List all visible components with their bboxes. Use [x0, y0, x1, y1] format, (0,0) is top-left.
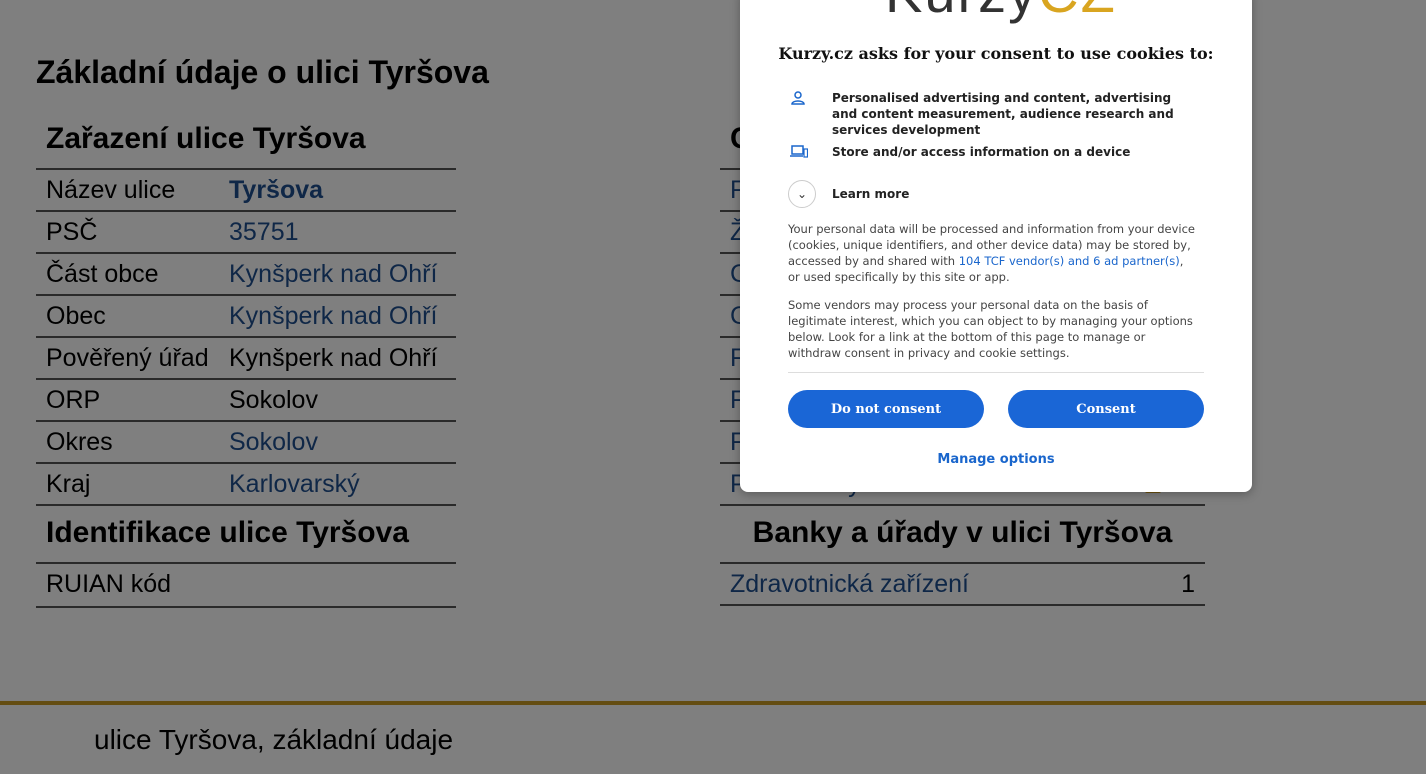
- consent-paragraph-1: Your personal data will be processed and…: [788, 222, 1196, 284]
- purpose-storage: Store and/or access information on a dev…: [790, 144, 1192, 166]
- divider: [788, 372, 1204, 373]
- consent-dialog: KurzyCZ Kurzy.cz asks for your consent t…: [740, 0, 1252, 492]
- consent-button[interactable]: Consent: [1008, 390, 1204, 428]
- kurzy-logo: KurzyCZ: [885, 0, 1117, 25]
- manage-options-link[interactable]: Manage options: [740, 452, 1252, 467]
- learn-more-toggle[interactable]: ⌄ Learn more: [788, 180, 1192, 208]
- purpose-storage-text: Store and/or access information on a dev…: [832, 145, 1131, 159]
- chevron-down-icon[interactable]: ⌄: [788, 180, 816, 208]
- vendors-link[interactable]: 104 TCF vendor(s) and 6 ad partner(s): [959, 254, 1180, 268]
- purpose-advertising: Personalised advertising and content, ad…: [790, 90, 1192, 138]
- do-not-consent-button[interactable]: Do not consent: [788, 390, 984, 428]
- consent-title: Kurzy.cz asks for your consent to use co…: [778, 44, 1214, 63]
- devices-icon: [790, 144, 812, 166]
- learn-more-label: Learn more: [832, 187, 910, 201]
- consent-paragraph-2: Some vendors may process your personal d…: [788, 298, 1193, 360]
- person-icon: [790, 90, 812, 112]
- purpose-advertising-text: Personalised advertising and content, ad…: [832, 91, 1174, 137]
